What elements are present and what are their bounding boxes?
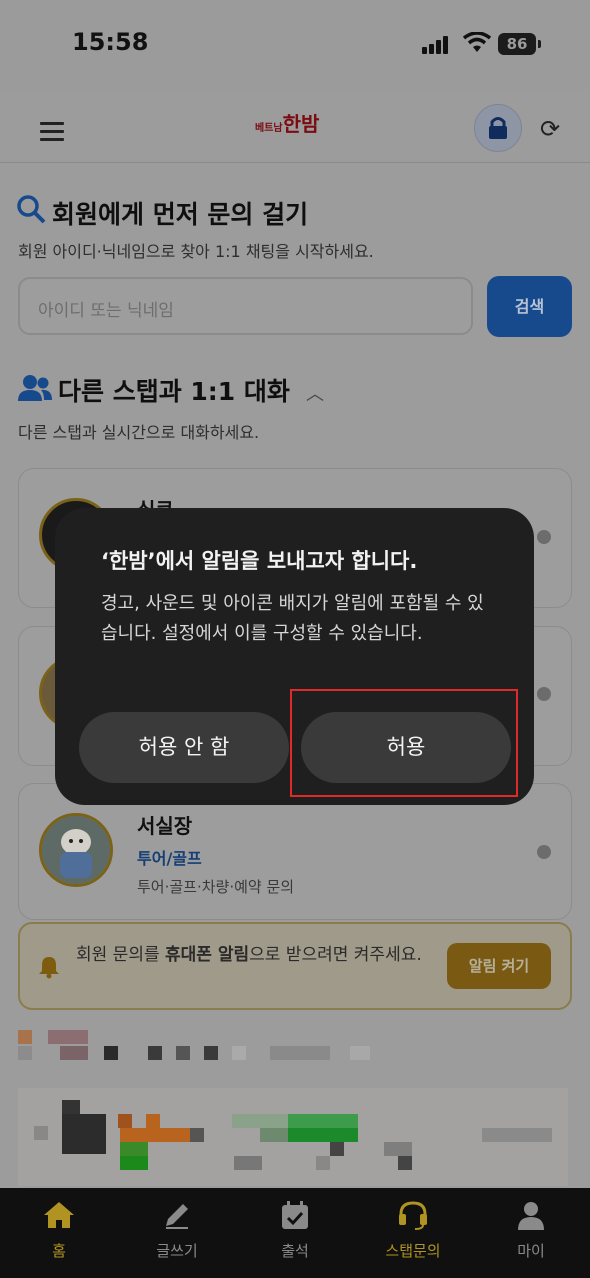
chevron-up-icon[interactable]: ︿	[306, 380, 324, 406]
deny-button[interactable]: 허용 안 함	[79, 712, 289, 783]
cellular-signal-icon	[422, 36, 448, 54]
tab-my-label: 마이	[517, 1242, 545, 1260]
dialog-message: 경고, 사운드 및 아이콘 배지가 알림에 포함될 수 있습니다. 설정에서 이…	[101, 593, 484, 644]
notification-banner-text: 회원 문의를 휴대폰 알림으로 받으려면 켜주세요.	[76, 942, 436, 968]
status-dot	[537, 687, 551, 701]
refresh-icon[interactable]: ⟳	[540, 115, 560, 143]
user-icon	[518, 1202, 544, 1230]
tab-staff-inquiry[interactable]: 스탭문의	[354, 1200, 472, 1261]
avatar	[39, 813, 113, 887]
bell-icon	[39, 957, 59, 979]
staff-description: 투어·골프·차량·예약 문의	[137, 878, 295, 896]
enable-notifications-button[interactable]: 알림 켜기	[447, 943, 551, 989]
battery-indicator: 86	[498, 33, 536, 55]
search-placeholder: 아이디 또는 닉네임	[38, 301, 174, 321]
tab-home[interactable]: 홈	[0, 1200, 118, 1261]
tab-home-label: 홈	[52, 1242, 66, 1260]
pencil-icon	[166, 1204, 188, 1229]
tab-write[interactable]: 글쓰기	[118, 1200, 236, 1261]
users-icon	[18, 375, 52, 401]
dog-photo	[42, 816, 110, 884]
search-section-title: 회원에게 먼저 문의 걸기	[52, 200, 309, 229]
battery-tip	[538, 40, 541, 48]
notice-text-bold: 휴대폰 알림	[165, 945, 250, 965]
chat-section-title: 다른 스탭과 1:1 대화	[58, 377, 290, 406]
search-button[interactable]: 검색	[487, 276, 572, 337]
chat-section-description: 다른 스탭과 실시간으로 대화하세요.	[18, 423, 260, 442]
dialog-title: ‘한밤’에서 알림을 보내고자 합니다.	[101, 549, 418, 573]
search-icon	[17, 195, 46, 224]
notice-text-after: 으로 받으려면 켜주세요.	[249, 945, 422, 965]
logo-big-text: 한밤	[282, 112, 320, 136]
tab-attendance[interactable]: 출석	[236, 1200, 354, 1261]
staff-name: 서실장	[137, 814, 193, 838]
tab-staff-inquiry-label: 스탭문의	[385, 1242, 441, 1260]
calendar-check-icon	[282, 1201, 308, 1229]
lock-button[interactable]	[474, 104, 522, 152]
lock-icon	[489, 117, 507, 139]
notice-text-before: 회원 문의를	[76, 945, 166, 965]
logo-small-text: 베트남	[255, 123, 283, 134]
wifi-icon	[463, 32, 491, 52]
hamburger-icon[interactable]	[40, 122, 64, 142]
tab-write-label: 글쓰기	[156, 1242, 198, 1260]
search-section-description: 회원 아이디·닉네임으로 찾아 1:1 채팅을 시작하세요.	[18, 242, 374, 261]
tab-my[interactable]: 마이	[472, 1200, 590, 1261]
staff-tag: 투어/골프	[137, 849, 202, 868]
status-time: 15:58	[72, 28, 149, 56]
status-dot	[537, 530, 551, 544]
allow-button-highlight	[290, 689, 518, 797]
status-dot	[537, 845, 551, 859]
app-logo[interactable]: 베트남한밤	[255, 108, 319, 138]
home-icon	[44, 1202, 74, 1228]
tab-attendance-label: 출석	[281, 1242, 309, 1260]
headset-icon	[399, 1201, 427, 1230]
